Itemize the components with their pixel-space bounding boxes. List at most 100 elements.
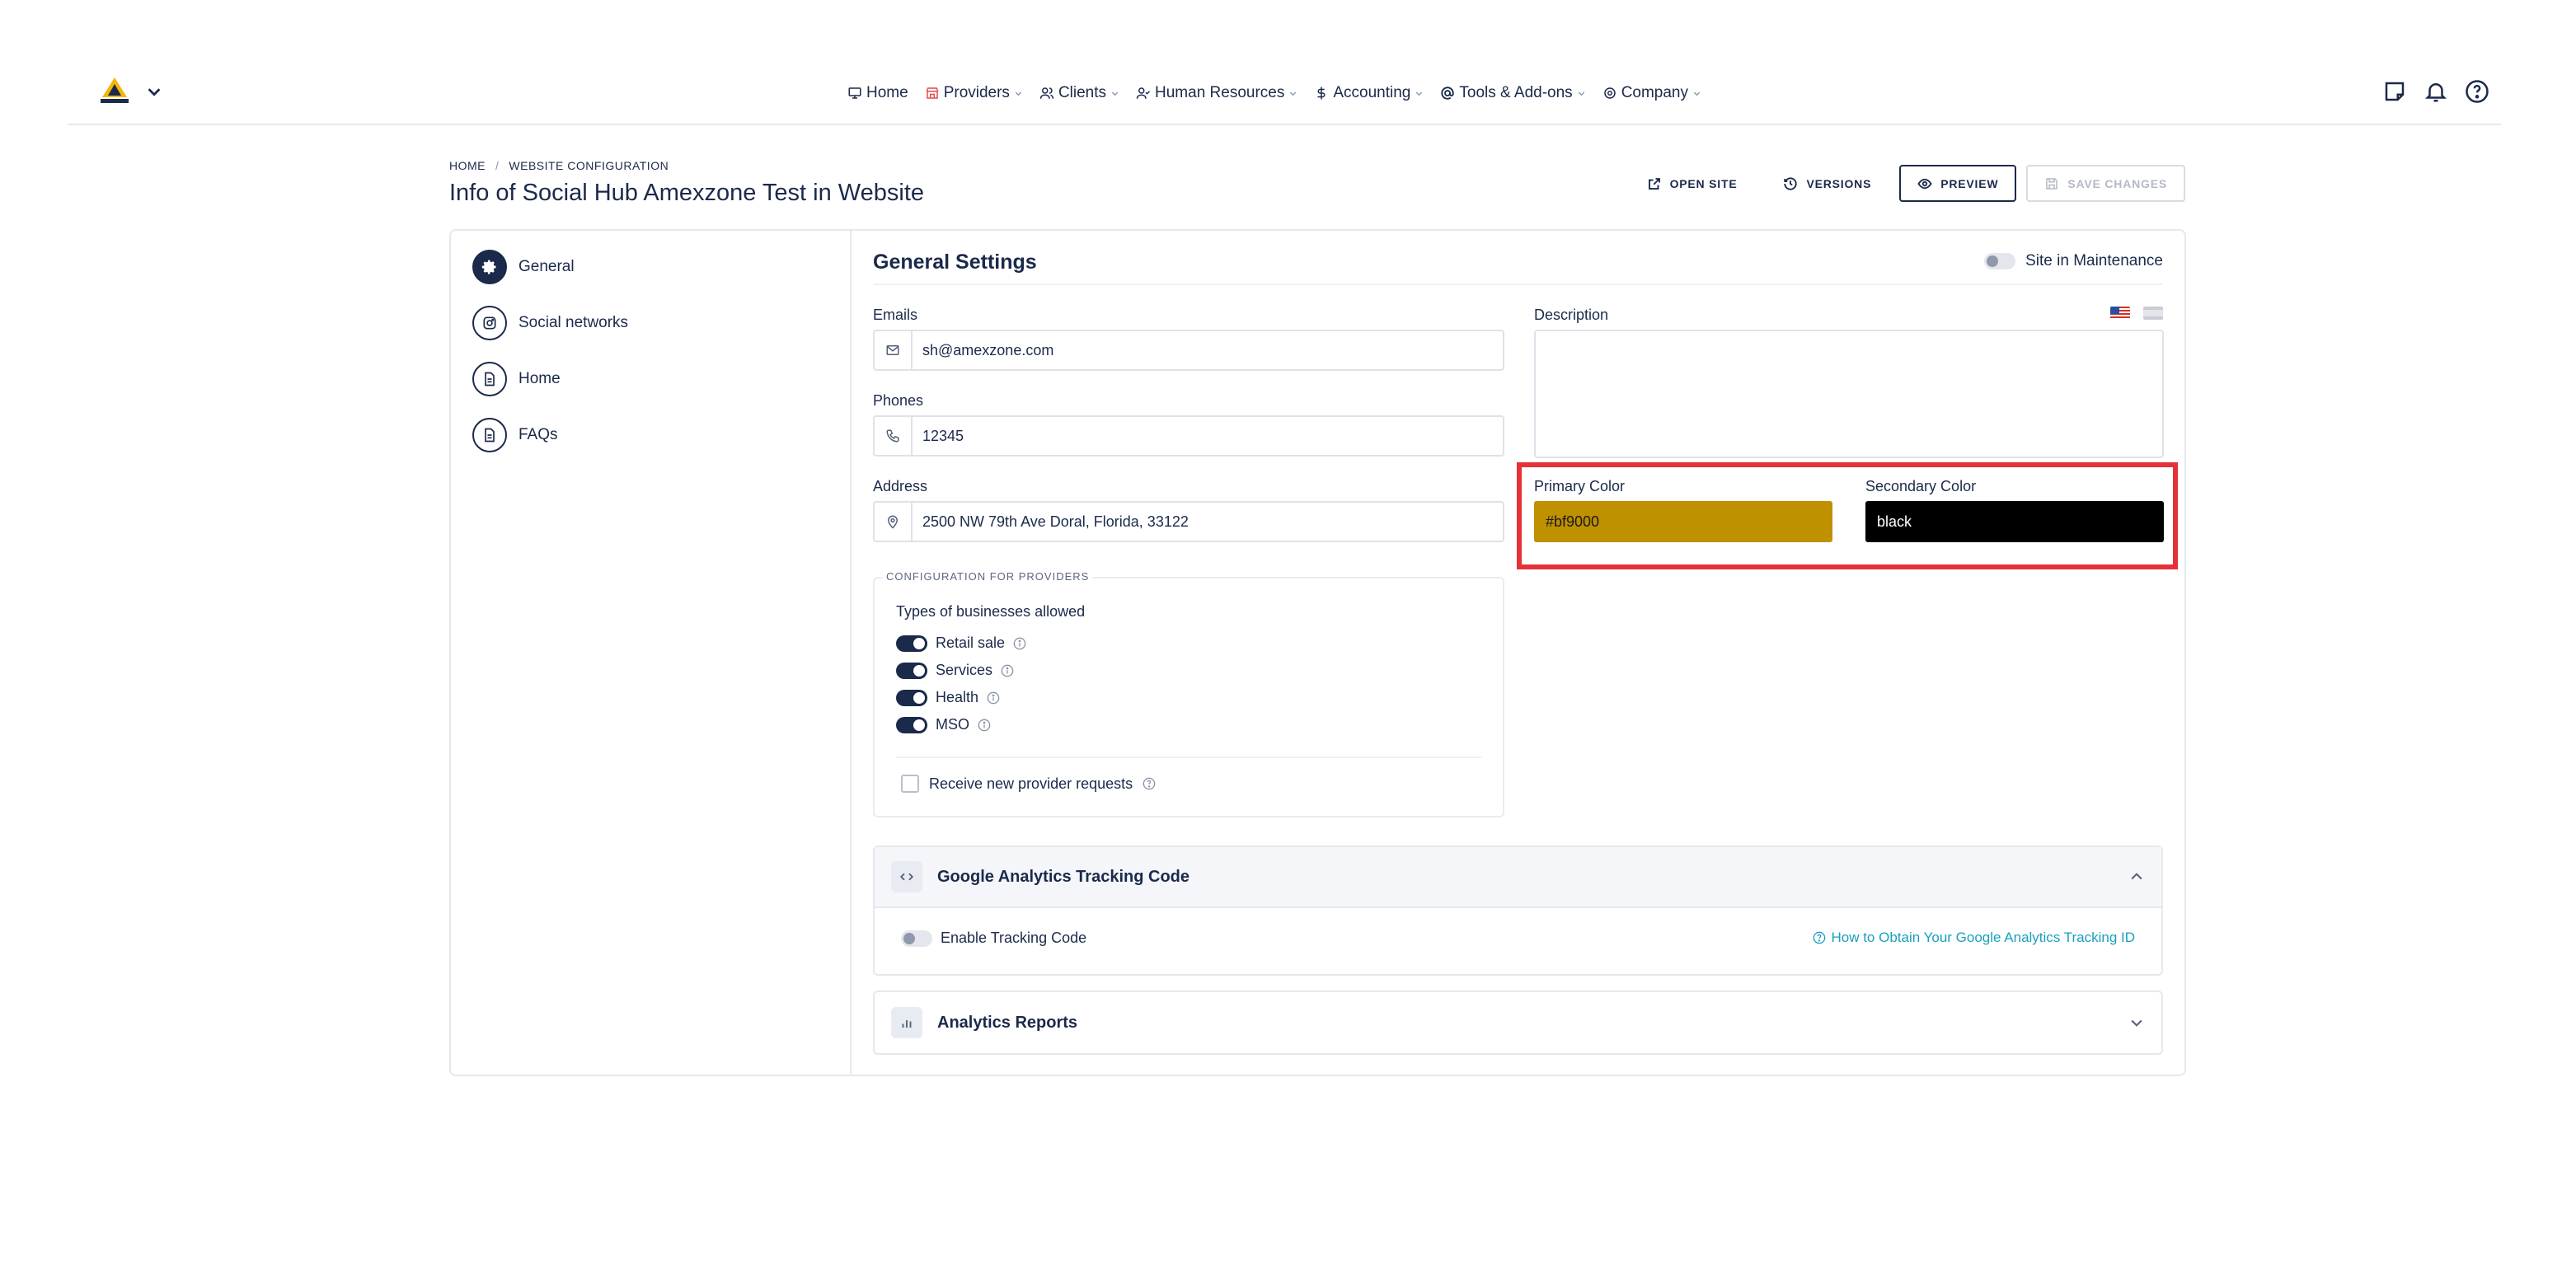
info-icon[interactable] [978, 719, 991, 732]
nav-home[interactable]: Home [847, 84, 908, 102]
chevron-down-icon[interactable] [143, 82, 165, 101]
help-icon[interactable] [2465, 79, 2489, 104]
users-icon [1039, 87, 1054, 99]
nav-clients[interactable]: Clients [1039, 84, 1119, 102]
phones-label: Phones [873, 392, 924, 409]
type-label: Retail sale [936, 635, 1006, 651]
top-icons [2382, 79, 2489, 104]
sidebar-item-label: FAQs [518, 426, 558, 443]
services-switch[interactable] [896, 662, 927, 679]
nav-label: Providers [943, 84, 1010, 101]
google-analytics-header[interactable]: Google Analytics Tracking Code [875, 847, 2161, 908]
phones-field [873, 415, 1504, 457]
type-toggle-row: Services [896, 662, 1014, 679]
settings-card: General Social networks Home FAQs Genera… [449, 229, 2186, 1076]
us-flag-icon[interactable] [2110, 307, 2130, 320]
bell-icon[interactable] [2424, 79, 2448, 104]
history-icon [1784, 176, 1798, 190]
info-icon[interactable] [1001, 664, 1014, 677]
mail-icon [875, 331, 913, 369]
company-logo[interactable] [97, 76, 132, 105]
maintenance-toggle-row: Site in Maintenance [1984, 252, 2163, 270]
divider [896, 756, 1481, 758]
sidebar-item-label: Social networks [518, 314, 629, 331]
nav-label: Company [1621, 84, 1689, 101]
nav-providers[interactable]: Providers [925, 84, 1023, 102]
emails-label: Emails [873, 307, 918, 323]
type-label: MSO [936, 716, 970, 733]
phones-input[interactable] [913, 417, 1503, 455]
mso-switch[interactable] [896, 716, 927, 733]
types-title: Types of businesses allowed [896, 603, 1086, 620]
analytics-reports-panel: Analytics Reports [873, 991, 2163, 1055]
providers-config-legend: CONFIGURATION FOR PROVIDERS [883, 570, 1093, 583]
preview-button[interactable]: PREVIEW [1899, 165, 2017, 202]
open-site-label: OPEN SITE [1669, 176, 1738, 190]
sidebar-item-faqs[interactable]: FAQs [472, 417, 558, 453]
chevron-up-icon[interactable] [2128, 869, 2145, 885]
receive-requests-row: Receive new provider requests [901, 775, 1156, 793]
instagram-icon [472, 306, 507, 340]
open-site-button[interactable]: OPEN SITE [1629, 165, 1756, 202]
address-label: Address [873, 478, 928, 494]
maintenance-switch[interactable] [1984, 253, 2016, 269]
chevron-down-icon [1693, 91, 1701, 96]
info-icon[interactable] [987, 691, 1000, 705]
top-navbar: Home Providers Clients Human Resources A… [68, 0, 2501, 125]
google-analytics-panel: Google Analytics Tracking Code Enable Tr… [873, 845, 2163, 976]
sidebar-item-label: Home [518, 370, 561, 387]
gear-icon [1603, 87, 1616, 99]
enable-tracking-switch[interactable] [901, 930, 932, 947]
receive-requests-label: Receive new provider requests [929, 775, 1133, 792]
chevron-down-icon [1111, 91, 1119, 96]
monitor-icon [848, 87, 861, 99]
help-icon[interactable] [1143, 777, 1156, 790]
nav-human-resources[interactable]: Human Resources [1136, 84, 1297, 102]
settings-sidebar: General Social networks Home FAQs [451, 231, 852, 1075]
nav-label: Home [866, 84, 908, 101]
type-label: Services [936, 662, 993, 678]
description-textarea[interactable] [1534, 330, 2164, 458]
sidebar-item-label: General [518, 258, 575, 275]
save-changes-button[interactable]: SAVE CHANGES [2026, 165, 2185, 202]
info-icon[interactable] [1013, 637, 1026, 650]
chevron-down-icon [1578, 91, 1584, 96]
header-actions: OPEN SITE VERSIONS PREVIEW SAVE CHANGES [1629, 165, 2185, 202]
versions-label: VERSIONS [1806, 176, 1872, 190]
save-icon [2046, 177, 2058, 190]
type-toggle-row: MSO [896, 716, 991, 733]
ga-help-link[interactable]: How to Obtain Your Google Analytics Trac… [1813, 930, 2135, 946]
versions-button[interactable]: VERSIONS [1765, 165, 1889, 202]
spanish-flag-icon[interactable] [2143, 307, 2163, 320]
breadcrumb-home[interactable]: HOME [449, 159, 486, 172]
analytics-reports-header[interactable]: Analytics Reports [875, 992, 2161, 1053]
chevron-down-icon [1416, 91, 1423, 96]
sidebar-item-social-networks[interactable]: Social networks [472, 305, 628, 341]
emails-input[interactable] [913, 331, 1503, 369]
location-pin-icon [875, 503, 913, 541]
nav-accounting[interactable]: Accounting [1314, 84, 1424, 102]
receive-requests-checkbox[interactable] [901, 775, 919, 793]
sidebar-item-general[interactable]: General [472, 249, 575, 285]
breadcrumb: HOME / WEBSITE CONFIGURATION [449, 159, 669, 172]
note-icon[interactable] [2382, 79, 2407, 104]
sidebar-item-home[interactable]: Home [472, 361, 561, 397]
at-icon [1441, 87, 1455, 100]
page-title: Info of Social Hub Amexzone Test in Webs… [449, 180, 925, 206]
enable-tracking-row: Enable Tracking Code [901, 930, 1086, 947]
section-header: General Settings Site in Maintenance [873, 251, 2163, 285]
nav-tools-addons[interactable]: Tools & Add-ons [1440, 84, 1585, 102]
dollar-icon [1317, 87, 1326, 100]
google-analytics-title: Google Analytics Tracking Code [937, 867, 1189, 886]
description-label: Description [1534, 307, 1609, 323]
help-icon [1814, 931, 1826, 944]
external-link-icon [1648, 177, 1660, 190]
providers-config-group: CONFIGURATION FOR PROVIDERS Types of bus… [873, 570, 1504, 817]
chevron-down-icon[interactable] [2128, 1014, 2145, 1031]
nav-company[interactable]: Company [1602, 84, 1701, 102]
address-input[interactable] [913, 503, 1503, 541]
health-switch[interactable] [896, 689, 927, 706]
retail-sale-switch[interactable] [896, 635, 927, 652]
save-changes-label: SAVE CHANGES [2067, 176, 2167, 190]
file-icon [472, 418, 507, 452]
